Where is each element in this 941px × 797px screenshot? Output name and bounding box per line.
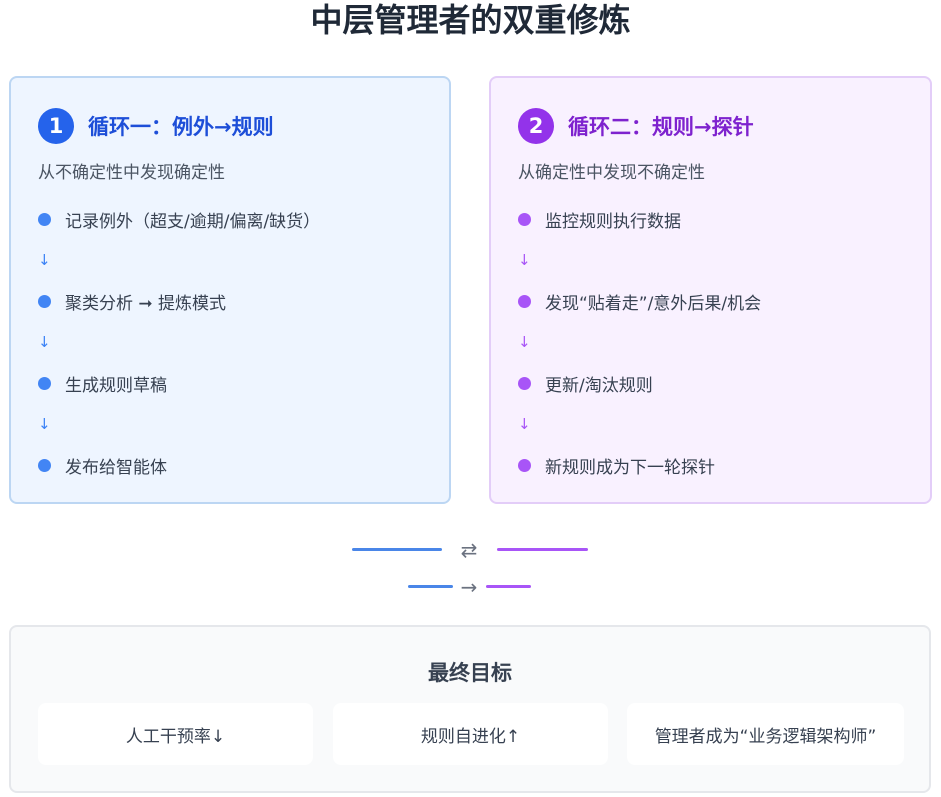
down-arrow-icon: ↓ — [38, 415, 51, 433]
step-label: 更新/淘汰规则 — [545, 375, 653, 396]
bullet-dot-icon — [518, 458, 531, 472]
loop-two-steps: 监控规则执行数据 ↓ 发现“贴着走”/意外后果/机会 ↓ 更新/淘汰规则 ↓ 新… — [518, 208, 762, 478]
step-label: 生成规则草稿 — [65, 375, 167, 396]
loop-one-step: 生成规则草稿 — [38, 372, 320, 396]
goal-item: 规则自进化↑ — [333, 703, 608, 765]
loop-one-title: 循环一：例外→规则 — [88, 115, 274, 139]
exchange-line-left — [352, 548, 442, 551]
loop-two-subtitle: 从确定性中发现不确定性 — [518, 163, 705, 183]
final-goal-title: 最终目标 — [428, 661, 512, 685]
right-arrow-icon: → — [460, 575, 478, 599]
loop-one-subtitle: 从不确定性中发现确定性 — [38, 163, 225, 183]
step-label: 记录例外（超支/逾期/偏离/缺货） — [65, 211, 321, 232]
loop-two-step: 新规则成为下一轮探针 — [518, 454, 761, 478]
loop-two-step: 更新/淘汰规则 — [518, 372, 761, 396]
step-label: 监控规则执行数据 — [545, 211, 681, 232]
loop-two-title: 循环二：规则→探针 — [568, 115, 754, 139]
down-arrow-icon: ↓ — [518, 333, 531, 351]
forward-line-right — [486, 585, 531, 588]
step-label: 发现“贴着走”/意外后果/机会 — [545, 293, 762, 314]
step-label: 新规则成为下一轮探针 — [545, 457, 715, 478]
loop-two-header: 2 循环二：规则→探针 — [518, 108, 754, 144]
loop-two-step: 监控规则执行数据 — [518, 208, 761, 232]
forward-line-left — [408, 585, 453, 588]
goal-item: 人工干预率↓ — [38, 703, 313, 765]
page-title: 中层管理者的双重修炼 — [310, 1, 631, 39]
loop-two-card: 2 循环二：规则→探针 从确定性中发现不确定性 监控规则执行数据 ↓ 发现“贴着… — [489, 76, 932, 504]
loop-one-step: 发布给智能体 — [38, 454, 320, 478]
loop-one-steps: 记录例外（超支/逾期/偏离/缺货） ↓ 聚类分析 ➞ 提炼模式 ↓ 生成规则草稿… — [38, 208, 321, 478]
down-arrow-icon: ↓ — [518, 251, 531, 269]
down-arrow-icon: ↓ — [38, 251, 51, 269]
down-arrow-icon: ↓ — [38, 333, 51, 351]
exchange-arrows-icon: ⇄ — [460, 538, 478, 562]
bullet-dot-icon — [518, 212, 531, 226]
loop-one-number-badge: 1 — [38, 108, 74, 144]
bullet-dot-icon — [518, 376, 531, 390]
bullet-dot-icon — [38, 376, 51, 390]
exchange-line-right — [497, 548, 588, 551]
step-label: 聚类分析 ➞ 提炼模式 — [65, 293, 227, 314]
bullet-dot-icon — [38, 458, 51, 472]
loop-one-card: 1 循环一：例外→规则 从不确定性中发现确定性 记录例外（超支/逾期/偏离/缺货… — [9, 76, 451, 504]
loop-one-step: 聚类分析 ➞ 提炼模式 — [38, 290, 320, 314]
down-arrow-icon: ↓ — [518, 415, 531, 433]
bullet-dot-icon — [518, 294, 531, 308]
loop-one-header: 1 循环一：例外→规则 — [38, 108, 274, 144]
step-label: 发布给智能体 — [65, 457, 167, 478]
loop-two-step: 发现“贴着走”/意外后果/机会 — [518, 290, 762, 314]
loop-two-number-badge: 2 — [518, 108, 554, 144]
final-goal-panel: 最终目标 人工干预率↓ 规则自进化↑ 管理者成为“业务逻辑架构师” — [9, 625, 931, 793]
bullet-dot-icon — [38, 294, 51, 308]
bullet-dot-icon — [38, 212, 51, 226]
goal-item: 管理者成为“业务逻辑架构师” — [627, 703, 904, 765]
loop-one-step: 记录例外（超支/逾期/偏离/缺货） — [38, 208, 321, 232]
